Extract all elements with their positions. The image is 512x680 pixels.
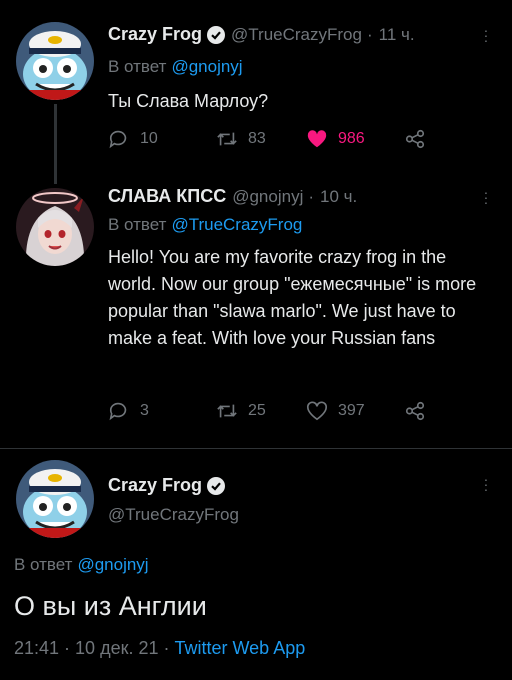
reply-to-link[interactable]: @gnojnyj: [77, 555, 148, 574]
reply-to-link[interactable]: @gnojnyj: [171, 57, 242, 76]
thread-line: [54, 168, 57, 184]
tweet-text: Ты Слава Марлоу?: [108, 91, 269, 111]
tweet-actions: 3 25 397: [108, 400, 436, 422]
author-name[interactable]: Crazy Frog: [108, 24, 202, 45]
verified-badge-icon: [207, 25, 226, 44]
retweet-count: 83: [248, 130, 266, 147]
avatar-slava-kpss[interactable]: [16, 188, 94, 266]
reply-count: 10: [140, 130, 158, 147]
avatar-crazy-frog[interactable]: [16, 460, 94, 538]
reply-button[interactable]: 10: [108, 128, 216, 150]
like-button[interactable]: 986: [306, 128, 404, 150]
reply-button[interactable]: 3: [108, 400, 216, 422]
separator-dot: ·: [366, 24, 373, 44]
retweet-count: 25: [248, 402, 266, 419]
retweet-button[interactable]: 25: [216, 400, 306, 422]
reply-context: В ответ @gnojnyj: [14, 555, 149, 575]
reply-icon: [109, 130, 127, 149]
reply-count: 3: [140, 402, 149, 419]
thread-line: [54, 104, 57, 174]
tweet-meta: 21:41 · 10 дек. 21 · Twitter Web App: [14, 638, 305, 659]
tweet-actions: 10 83 986: [108, 128, 436, 150]
like-count: 986: [338, 130, 365, 147]
avatar-crazy-frog[interactable]: [16, 22, 94, 100]
author-handle[interactable]: @TrueCrazyFrog: [108, 505, 239, 525]
reply-to-link[interactable]: @TrueCrazyFrog: [171, 215, 302, 234]
main-tweet-text: О вы из Англии: [14, 591, 207, 621]
author-name[interactable]: Crazy Frog: [108, 475, 202, 496]
like-button[interactable]: 397: [306, 400, 404, 422]
separator-dot: ·: [308, 186, 315, 206]
like-icon: [307, 401, 327, 421]
tweet-2[interactable]: СЛАВА КПСС @gnojnyj · 10 ч. · · · В ответ @…: [0, 168, 512, 445]
retweet-icon: [217, 132, 237, 146]
tweet-time[interactable]: 11 ч.: [379, 25, 415, 45]
retweet-button[interactable]: 83: [216, 128, 306, 150]
reply-context: В ответ @gnojnyj: [108, 57, 243, 77]
share-button[interactable]: [404, 400, 436, 422]
more-icon[interactable]: · · ·: [483, 23, 489, 47]
reply-prefix: В ответ: [108, 57, 167, 76]
verified-badge-icon: [207, 476, 226, 495]
more-icon[interactable]: · · ·: [483, 472, 489, 496]
like-count: 397: [338, 402, 365, 419]
author-name[interactable]: СЛАВА КПСС: [108, 186, 226, 207]
share-icon: [405, 401, 425, 421]
more-icon[interactable]: · · ·: [483, 185, 489, 209]
share-button[interactable]: [404, 128, 436, 150]
reply-context: В ответ @TrueCrazyFrog: [108, 215, 302, 235]
retweet-icon: [217, 404, 237, 418]
tweet-text: Hello! You are my favorite crazy frog in…: [108, 247, 477, 348]
reply-prefix: В ответ: [14, 555, 73, 574]
like-icon: [307, 130, 327, 148]
reply-prefix: В ответ: [108, 215, 167, 234]
tweet-time[interactable]: 10 ч.: [320, 187, 357, 207]
tweet-1[interactable]: Crazy Frog @TrueCrazyFrog · 11 ч. · · · В …: [0, 0, 512, 174]
author-handle[interactable]: @TrueCrazyFrog: [231, 25, 362, 45]
author-handle[interactable]: @gnojnyj: [232, 187, 303, 207]
tweet-timestamp[interactable]: 21:41 · 10 дек. 21 ·: [14, 638, 169, 658]
reply-icon: [109, 402, 127, 421]
tweet-source-link[interactable]: Twitter Web App: [175, 638, 306, 658]
share-icon: [405, 129, 425, 149]
